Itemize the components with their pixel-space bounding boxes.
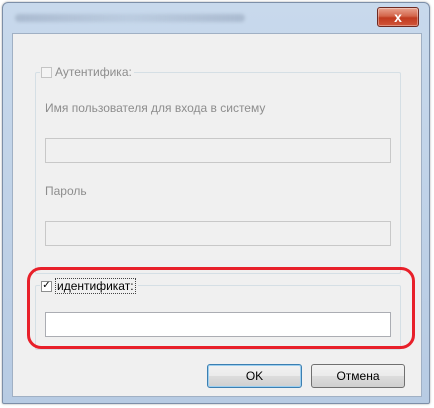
dialog-client-area: Аутентифика: Имя пользователя для входа …	[12, 33, 422, 397]
ok-button[interactable]: OK	[207, 364, 302, 388]
password-field[interactable]	[45, 221, 391, 246]
close-button[interactable]: x	[377, 7, 419, 27]
dialog-window: x Аутентифика: Имя пользователя для вход…	[2, 2, 430, 404]
auth-legend: Аутентифика:	[40, 65, 134, 79]
close-icon: x	[394, 9, 402, 25]
title-bar[interactable]: x	[3, 3, 429, 33]
auth-checkbox-label: Аутентифика:	[55, 65, 132, 79]
highlight-ring	[27, 267, 415, 349]
username-label: Имя пользователя для входа в систему	[45, 101, 266, 115]
username-field[interactable]	[45, 138, 391, 163]
dialog-title	[15, 14, 245, 22]
password-label: Пароль	[45, 184, 87, 198]
auth-checkbox[interactable]	[41, 66, 52, 78]
cancel-button[interactable]: Отмена	[311, 364, 405, 388]
